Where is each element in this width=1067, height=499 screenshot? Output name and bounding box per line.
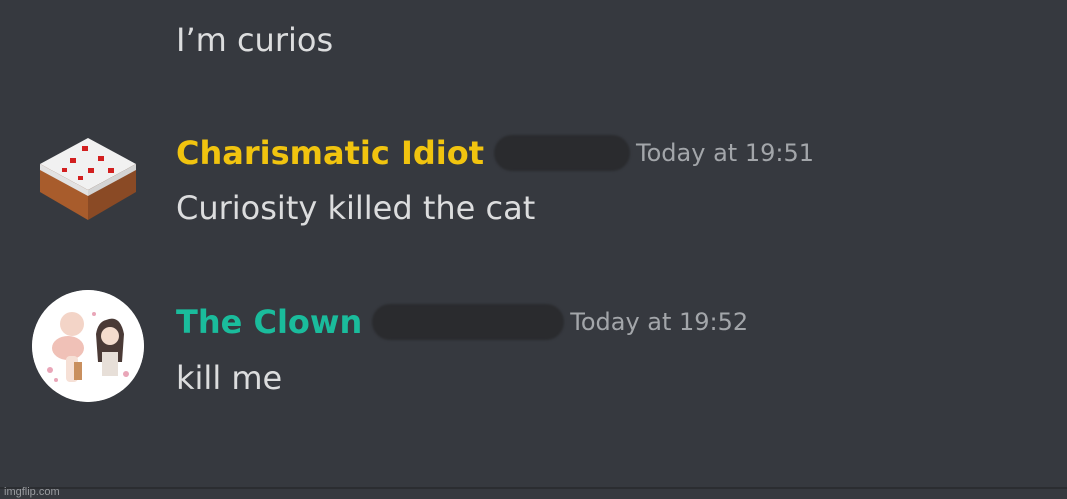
username[interactable]: The Clown	[176, 302, 362, 342]
message-text: Curiosity killed the cat	[176, 189, 536, 227]
watermark: imgflip.com	[4, 486, 60, 498]
username[interactable]: Charismatic Idiot	[176, 133, 484, 173]
anime-characters-icon	[32, 290, 144, 402]
timestamp[interactable]: Today at 19:52	[570, 302, 748, 342]
timestamp[interactable]: Today at 19:51	[636, 133, 814, 173]
divider	[0, 487, 1067, 489]
message-header: The Clown Today at 19:52	[176, 302, 748, 342]
message-text: I’m curios	[176, 21, 334, 59]
message-header: Charismatic Idiot Today at 19:51	[176, 133, 814, 173]
message-text: kill me	[176, 359, 283, 397]
clown-avatar[interactable]	[32, 290, 144, 402]
redacted-tag	[372, 304, 565, 340]
cake-icon	[40, 138, 136, 220]
cake-avatar[interactable]	[32, 128, 144, 240]
redacted-tag	[494, 135, 631, 171]
